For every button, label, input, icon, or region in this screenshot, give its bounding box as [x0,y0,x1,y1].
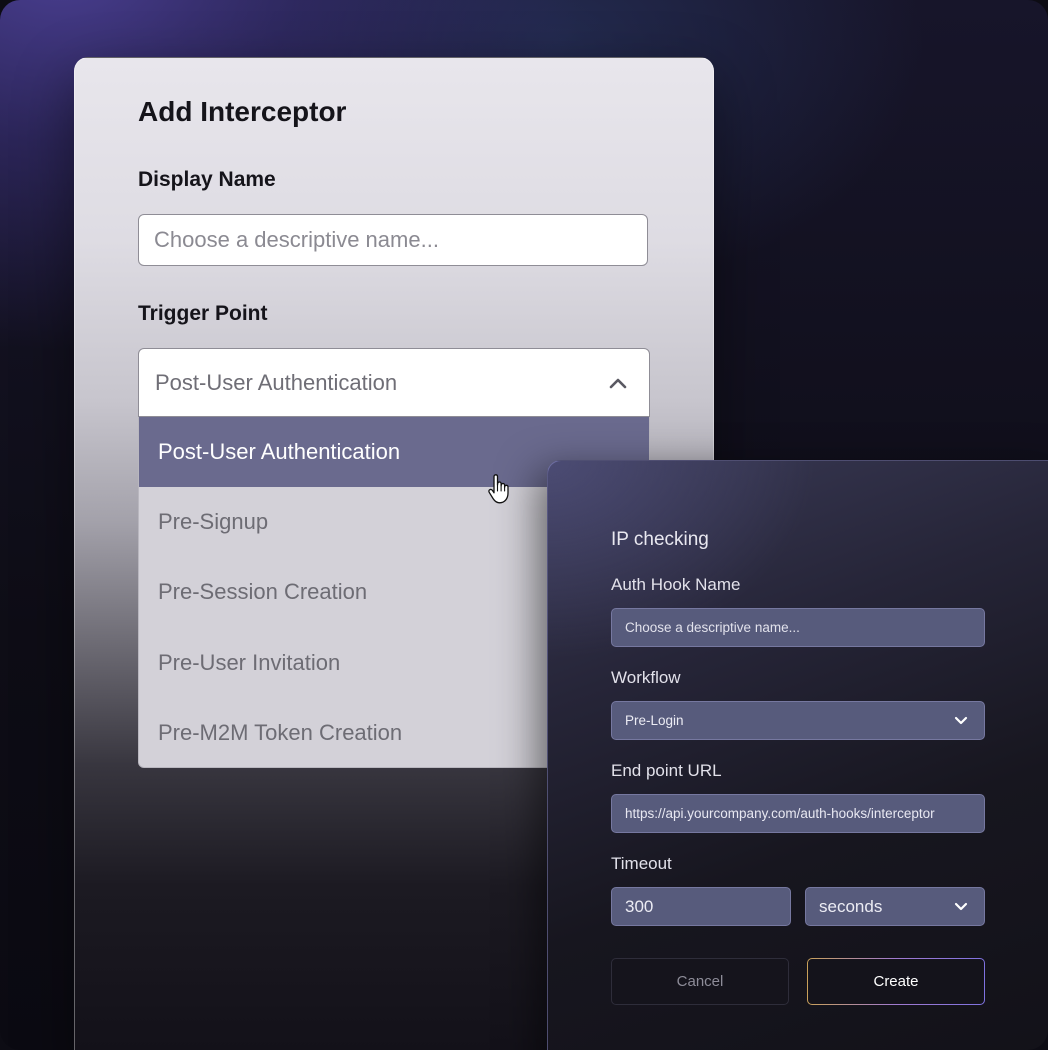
trigger-point-value: Post-User Authentication [155,369,398,395]
timeout-label: Timeout [611,854,672,873]
create-button[interactable]: Create [807,958,985,1005]
timeout-unit-value: seconds [819,896,883,916]
workflow-value: Pre-Login [625,713,684,728]
cancel-button[interactable]: Cancel [611,958,789,1005]
auth-hook-name-label: Auth Hook Name [611,575,741,594]
workflow-label: Workflow [611,668,681,687]
endpoint-url-input[interactable]: https://api.yourcompany.com/auth-hooks/i… [611,794,985,833]
chevron-down-icon [954,902,968,911]
auth-hook-name-input[interactable] [611,608,985,647]
endpoint-url-label: End point URL [611,761,722,780]
panel-title: Add Interceptor [138,96,347,127]
display-name-label: Display Name [138,168,276,191]
hand-pointer-icon [488,474,509,504]
workflow-select[interactable]: Pre-Login [611,701,985,740]
chevron-up-icon [609,378,627,388]
display-name-input[interactable] [138,214,648,266]
trigger-point-label: Trigger Point [138,302,268,325]
timeout-unit-select[interactable]: seconds [805,887,985,926]
timeout-value-input[interactable] [611,887,791,926]
chevron-down-icon [954,716,968,725]
background-canvas: Add Interceptor Display Name Trigger Poi… [0,0,1048,1050]
auth-hook-panel: IP checking Auth Hook Name Workflow Pre-… [547,460,1048,1050]
auth-hook-title: IP checking [611,529,709,550]
trigger-point-select[interactable]: Post-User Authentication [138,348,650,417]
